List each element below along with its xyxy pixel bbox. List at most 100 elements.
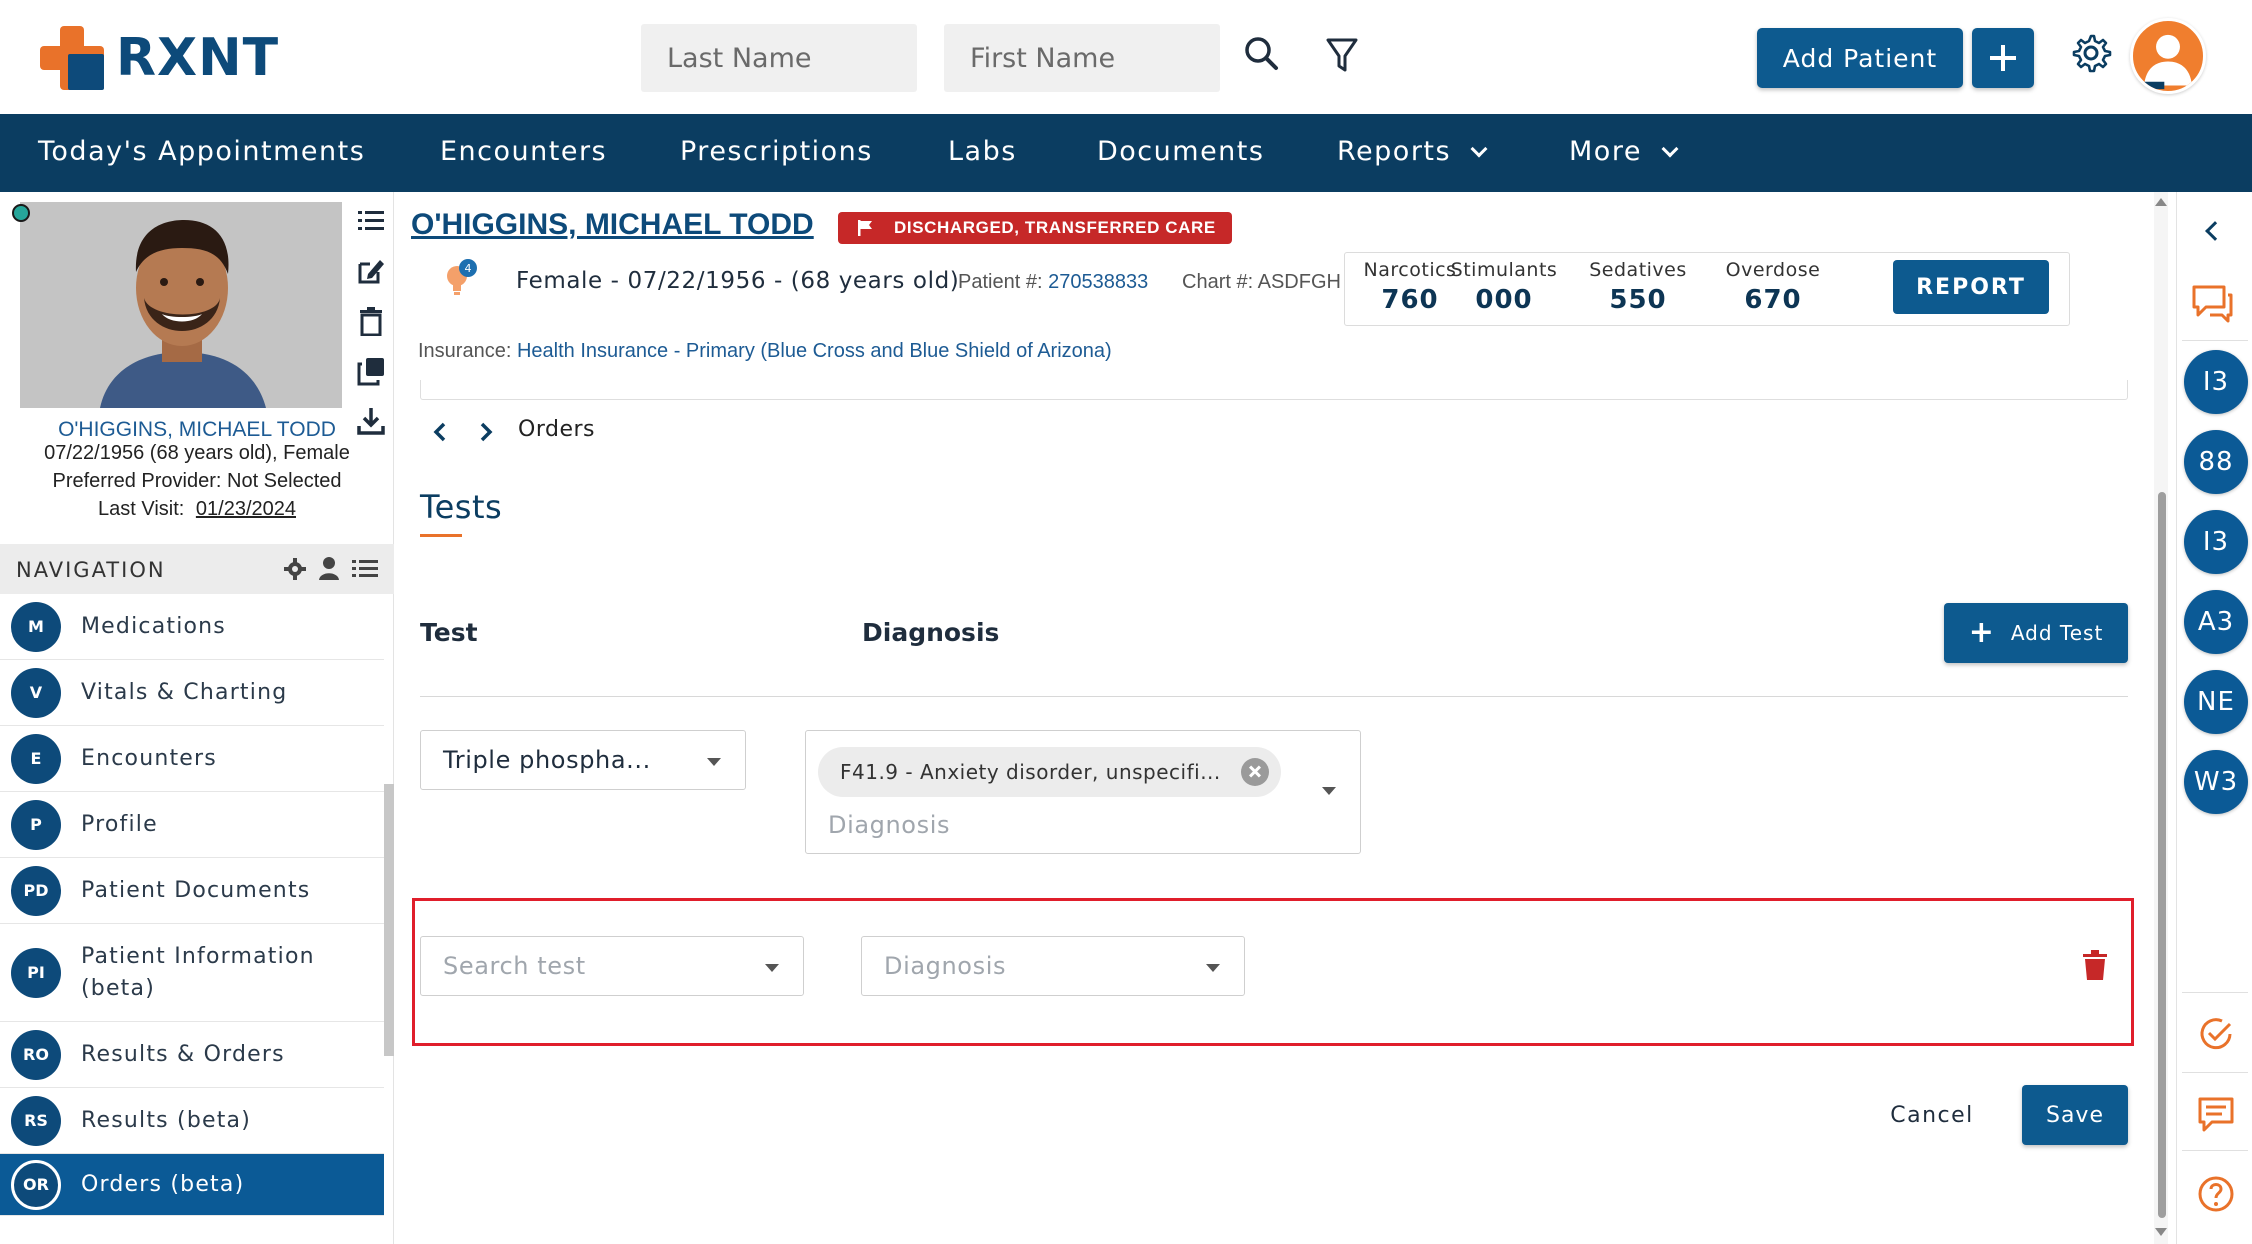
top-bar: RXNT Add Patient [0, 0, 2252, 114]
sidebar-item-label: Results & Orders [81, 1041, 285, 1067]
sidebar-item-patient-information[interactable]: PI Patient Information (beta) [0, 924, 384, 1022]
logo-mark-icon [40, 26, 104, 90]
gear-icon[interactable] [2070, 32, 2112, 74]
alert-lightbulb-icon[interactable]: 4 [444, 258, 478, 300]
pdmp-label: Stimulants [1450, 259, 1558, 281]
check-circle-icon[interactable] [2196, 1014, 2236, 1054]
nav-documents[interactable]: Documents [1097, 136, 1264, 167]
sidebar-item-orders-beta[interactable]: OR Orders (beta) [0, 1154, 384, 1216]
insurance-label: Insurance: [418, 340, 512, 362]
cancel-button[interactable]: Cancel [1880, 1085, 1984, 1145]
sidebar-item-vitals-charting[interactable]: V Vitals & Charting [0, 660, 384, 726]
nav-prescriptions[interactable]: Prescriptions [680, 136, 873, 167]
rail-divider [2182, 1072, 2248, 1073]
filter-icon[interactable] [1320, 30, 1364, 82]
add-test-button[interactable]: + Add Test [1944, 603, 2128, 663]
chat-bubbles-icon[interactable] [2190, 283, 2234, 323]
insurance-link[interactable]: Health Insurance - Primary (Blue Cross a… [517, 340, 1112, 362]
sidebar-scrollbar[interactable] [384, 784, 394, 1056]
test-select-value: Triple phospha... [443, 746, 651, 774]
last-visit-link[interactable]: 01/23/2024 [196, 498, 296, 520]
nav-todays-appointments[interactable]: Today's Appointments [38, 136, 365, 167]
pdmp-label: Overdose [1725, 259, 1821, 281]
content-scrollbar-thumb[interactable] [2158, 492, 2166, 1218]
user-silhouette-icon [2142, 34, 2192, 90]
list-view-icon[interactable] [352, 558, 378, 580]
trash-icon[interactable] [2082, 950, 2108, 980]
nav-badge: PI [11, 947, 61, 998]
add-patient-button[interactable]: Add Patient [1757, 28, 1963, 88]
pdmp-report-button[interactable]: REPORT [1893, 260, 2049, 314]
last-name-search-input[interactable] [641, 24, 917, 92]
search-test-placeholder: Search test [443, 952, 586, 980]
sidebar-item-medications[interactable]: M Medications [0, 594, 384, 660]
sidebar-item-label: Patient Documents [81, 877, 311, 903]
search-test-select[interactable]: Search test [420, 936, 804, 996]
sidebar-item-profile[interactable]: P Profile [0, 792, 384, 858]
rail-user-circle[interactable]: NE [2184, 670, 2248, 734]
patient-number-value[interactable]: 270538833 [1048, 271, 1148, 293]
rail-user-circle[interactable]: A3 [2184, 590, 2248, 654]
search-icon[interactable] [1240, 30, 1284, 82]
chevron-left-icon[interactable] [430, 420, 450, 444]
patient-demographics: Female - 07/22/1956 - (68 years old) [516, 268, 960, 294]
settings-icon[interactable] [284, 558, 306, 580]
sidebar-item-results-orders[interactable]: RO Results & Orders [0, 1022, 384, 1088]
nav-label: Encounters [440, 136, 608, 167]
patient-photo [20, 202, 342, 408]
nav-encounters[interactable]: Encounters [440, 136, 607, 167]
column-header-test: Test [420, 618, 478, 647]
diagnosis-placeholder[interactable]: Diagnosis [828, 811, 950, 839]
pdmp-sedatives: Sedatives 550 [1573, 259, 1703, 315]
nav-more[interactable]: More [1569, 136, 1679, 167]
first-name-search-input[interactable] [944, 24, 1220, 92]
chevron-down-icon [1661, 140, 1679, 158]
plus-icon: + [1968, 615, 1995, 650]
copy-icon[interactable] [356, 356, 386, 386]
rail-user-circle[interactable]: I3 [2184, 510, 2248, 574]
chevron-right-icon[interactable] [476, 420, 496, 444]
sidebar-dob-line: 07/22/1956 (68 years old), Female [44, 442, 350, 464]
remove-chip-icon[interactable] [1240, 758, 1269, 786]
nav-reports[interactable]: Reports [1337, 136, 1488, 167]
nav-labs[interactable]: Labs [948, 136, 1017, 167]
sidebar-provider-line: Preferred Provider: Not Selected [52, 470, 342, 492]
sidebar-item-patient-documents[interactable]: PD Patient Documents [0, 858, 384, 924]
person-icon[interactable] [318, 556, 340, 580]
sidebar-patient-name[interactable]: O'HIGGINS, MICHAEL TODD [0, 418, 394, 442]
caret-down-icon [765, 964, 779, 972]
nav-badge: OR [11, 1159, 61, 1210]
diagnosis-multiselect[interactable]: F41.9 - Anxiety disorder, unspecifi... D… [805, 730, 1361, 854]
patient-number: Patient #: 270538833 [958, 271, 1148, 294]
rail-user-circle[interactable]: W3 [2184, 750, 2248, 814]
list-icon[interactable] [356, 206, 386, 236]
rail-user-circle[interactable]: 88 [2184, 430, 2248, 494]
add-plus-button[interactable] [1972, 28, 2034, 88]
delete-icon[interactable] [356, 306, 386, 337]
test-select[interactable]: Triple phospha... [420, 730, 746, 790]
scroll-up-arrow-icon[interactable] [2155, 198, 2167, 206]
nav-badge: V [11, 667, 61, 718]
sidebar-item-encounters[interactable]: E Encounters [0, 726, 384, 792]
sidebar-item-label: Vitals & Charting [81, 679, 288, 705]
message-icon[interactable] [2196, 1094, 2236, 1134]
save-button[interactable]: Save [2022, 1085, 2128, 1145]
nav-badge: M [11, 601, 61, 652]
rail-user-circle[interactable]: I3 [2184, 350, 2248, 414]
sidebar-item-results-beta[interactable]: RS Results (beta) [0, 1088, 384, 1154]
edit-icon[interactable] [356, 256, 386, 286]
chart-number-label: Chart #: [1182, 271, 1254, 293]
insurance-line: Insurance: Health Insurance - Primary (B… [418, 340, 1112, 363]
sidebar-item-label: Patient Information (beta) [81, 943, 315, 1001]
nav-label: Documents [1097, 136, 1265, 167]
scroll-down-arrow-icon[interactable] [2155, 1228, 2167, 1236]
pdmp-label: Sedatives [1589, 259, 1687, 281]
sidebar-item-label: Results (beta) [81, 1107, 252, 1133]
help-icon[interactable] [2196, 1174, 2236, 1214]
rxnt-logo[interactable]: RXNT [40, 26, 279, 90]
pdmp-overdose: Overdose 670 [1708, 259, 1838, 315]
patient-name-link[interactable]: O'HIGGINS, MICHAEL TODD [411, 208, 814, 242]
status-text: DISCHARGED, TRANSFERRED CARE [894, 218, 1216, 237]
user-avatar[interactable] [2130, 18, 2206, 94]
diagnosis-select[interactable]: Diagnosis [861, 936, 1245, 996]
